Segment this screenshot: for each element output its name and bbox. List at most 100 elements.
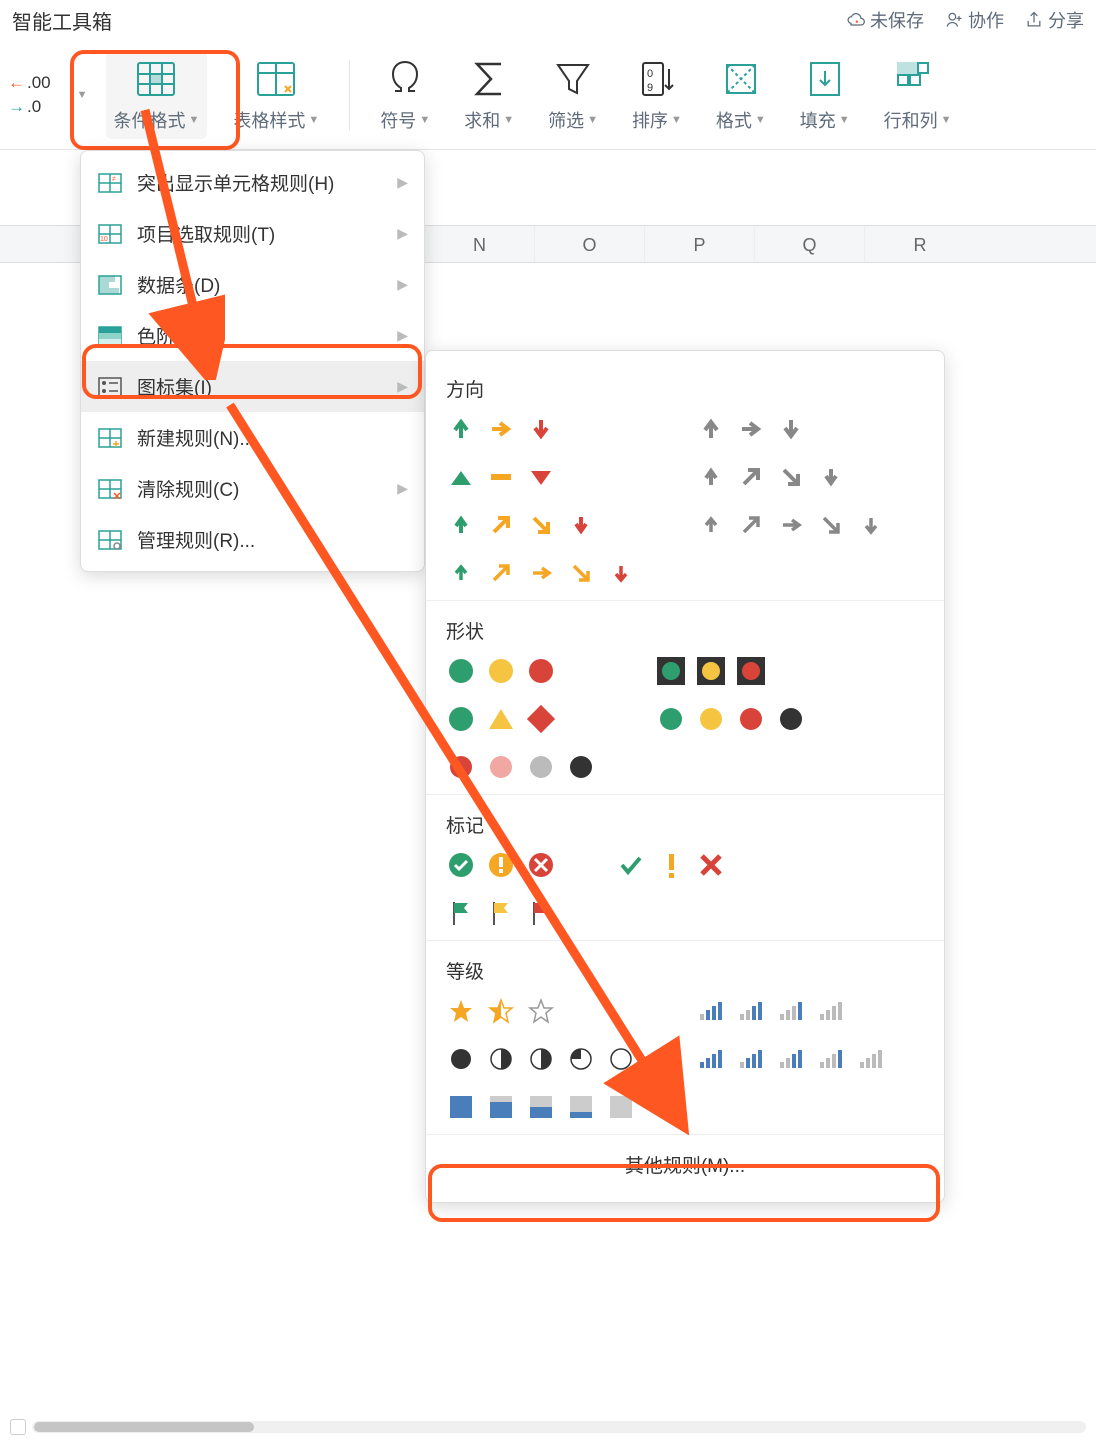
horizontal-scrollbar[interactable] (10, 1418, 1086, 1436)
iconset-5quarters[interactable] (446, 1044, 636, 1074)
iconset-3triangles[interactable] (446, 462, 636, 492)
menu-highlight-rules[interactable]: ≠ 突出显示单元格规则(H) ▶ (81, 157, 424, 208)
sheet-tab-stub[interactable] (10, 1419, 26, 1435)
svg-text:≠: ≠ (112, 176, 116, 183)
iconset-5boxes[interactable] (446, 1092, 636, 1122)
fill-button[interactable]: 填充▼ (792, 51, 858, 139)
menu-iconsets-label: 图标集(I) (137, 373, 212, 400)
iconset-4trafficlights[interactable] (656, 704, 806, 734)
menu-colorscales-label: 色阶(S) (137, 322, 200, 349)
chevron-right-icon: ▶ (397, 225, 408, 242)
conditional-format-button[interactable]: 条件格式▼ (106, 51, 208, 139)
conditional-format-label: 条件格式 (114, 107, 186, 133)
omega-icon (385, 59, 425, 99)
page-title-fragment: 智能工具箱 (12, 6, 112, 35)
rows-cols-icon (896, 61, 940, 97)
grid-gear-icon (98, 530, 122, 550)
col-P[interactable]: P (645, 226, 755, 262)
chevron-right-icon: ▶ (397, 276, 408, 293)
decimal-dec-label: .0 (27, 97, 41, 117)
iconset-3arrows-gray[interactable] (696, 414, 886, 444)
iconset-3symbols-uncircled[interactable] (616, 850, 726, 880)
menu-new-rule[interactable]: 新建规则(N)... (81, 412, 424, 463)
unsaved-indicator[interactable]: 未保存 (846, 7, 924, 33)
decimal-increase[interactable]: ←.00 (8, 73, 51, 93)
decimal-adjust: ←.00 →.0 (0, 63, 59, 127)
chevron-right-icon: ▶ (397, 480, 408, 497)
icon-sets-submenu: 方向 (425, 350, 945, 1203)
sigma-icon (471, 59, 507, 99)
topbar-actions: 未保存 协作 分享 (846, 7, 1084, 33)
menu-data-bars[interactable]: 数据条(D) ▶ (81, 259, 424, 310)
iconset-3arrows-colored[interactable] (446, 414, 636, 444)
share-icon (1024, 10, 1044, 30)
symbol-button[interactable]: 符号▼ (372, 51, 438, 139)
more-rules-item[interactable]: 其他规则(M)... (426, 1134, 944, 1194)
iconset-4arrows-gray[interactable] (696, 462, 886, 492)
collab-button[interactable]: 协作 (944, 7, 1004, 33)
scrollbar-thumb[interactable] (34, 1422, 254, 1432)
col-N[interactable]: N (425, 226, 535, 262)
menu-top-bottom[interactable]: 10 项目选取规则(T) ▶ (81, 208, 424, 259)
fill-label: 填充 (800, 107, 836, 133)
rows-cols-button[interactable]: 行和列▼ (876, 51, 960, 139)
format-button[interactable]: 格式▼ (708, 51, 774, 139)
sort-button[interactable]: 09 排序▼ (624, 51, 690, 139)
sort-label: 排序 (632, 107, 668, 133)
section-direction-title: 方向 (446, 367, 924, 410)
symbol-label: 符号 (380, 107, 416, 133)
format-label: 格式 (716, 107, 752, 133)
menu-highlight-label: 突出显示单元格规则(H) (137, 169, 334, 196)
filter-label: 筛选 (548, 107, 584, 133)
menu-manage-rules[interactable]: 管理规则(R)... (81, 514, 424, 565)
rows-cols-label: 行和列 (884, 107, 938, 133)
sum-button[interactable]: 求和▼ (456, 51, 522, 139)
section-indicators-title: 标记 (446, 803, 924, 846)
sum-label: 求和 (464, 107, 500, 133)
fill-down-icon (805, 59, 845, 99)
menu-icon-sets[interactable]: 图标集(I) ▶ (81, 361, 424, 412)
grid-ne-icon: ≠ (98, 173, 122, 193)
colorscale-icon (98, 326, 122, 346)
table-style-button[interactable]: 表格样式▼ (225, 51, 327, 139)
iconset-3stars[interactable] (446, 996, 636, 1026)
decimal-decrease[interactable]: →.0 (8, 97, 51, 117)
iconset-3symbols-circled[interactable] (446, 850, 556, 880)
grid-clear-icon (98, 479, 122, 499)
col-O[interactable]: O (535, 226, 645, 262)
iconset-4arrows-colored[interactable] (446, 510, 636, 540)
col-R[interactable]: R (865, 226, 975, 262)
dropdown-caret[interactable]: ▼ (77, 89, 88, 101)
menu-clear-label: 清除规则(C) (137, 475, 239, 502)
cloud-icon (846, 10, 866, 30)
iconset-5arrows-colored[interactable] (446, 558, 636, 588)
chevron-right-icon: ▶ (397, 327, 408, 344)
iconset-4ratings[interactable] (696, 996, 886, 1026)
section-ratings-title: 等级 (446, 949, 924, 992)
collab-label: 协作 (968, 7, 1004, 33)
menu-clear-rules[interactable]: 清除规则(C) ▶ (81, 463, 424, 514)
grid-plus-icon (98, 428, 122, 448)
svg-text:9: 9 (647, 82, 653, 94)
iconset-4-red-to-black[interactable] (446, 752, 596, 782)
iconset-3trafficlights-rimmed[interactable] (656, 656, 806, 686)
menu-color-scales[interactable]: 色阶(S) ▶ (81, 310, 424, 361)
funnel-icon (553, 59, 593, 99)
iconset-3trafficlights-unrimmed[interactable] (446, 656, 596, 686)
col-Q[interactable]: Q (755, 226, 865, 262)
share-button[interactable]: 分享 (1024, 7, 1084, 33)
iconset-5ratings[interactable] (696, 1044, 886, 1074)
conditional-format-icon (135, 60, 177, 98)
user-plus-icon (944, 10, 964, 30)
ribbon: ←.00 →.0 ▼ 条件格式▼ 表格样式▼ 符号▼ 求和▼ 筛选▼ 09 排序… (0, 40, 1096, 150)
iconset-5arrows-gray[interactable] (696, 510, 886, 540)
chevron-right-icon: ▶ (397, 174, 408, 191)
iconset-3flags[interactable] (446, 898, 556, 928)
scrollbar-track[interactable] (32, 1421, 1086, 1433)
menu-topbottom-label: 项目选取规则(T) (137, 220, 275, 247)
section-shapes-title: 形状 (446, 609, 924, 652)
conditional-format-menu: ≠ 突出显示单元格规则(H) ▶ 10 项目选取规则(T) ▶ 数据条(D) ▶… (80, 150, 425, 572)
filter-button[interactable]: 筛选▼ (540, 51, 606, 139)
iconset-3signs[interactable] (446, 704, 596, 734)
databars-icon (98, 275, 122, 295)
